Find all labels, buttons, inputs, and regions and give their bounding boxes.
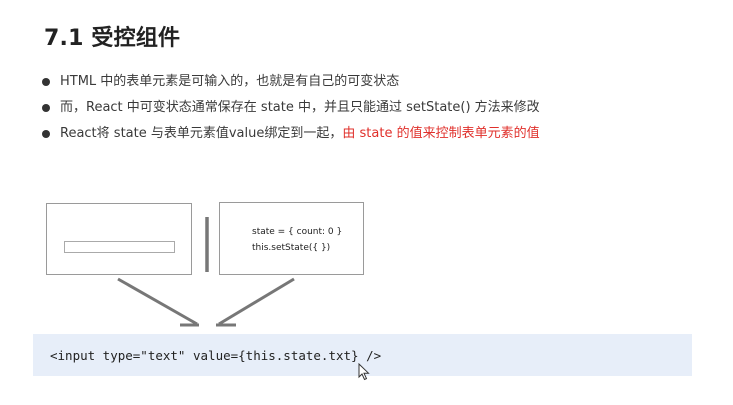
mouse-cursor-icon bbox=[358, 363, 370, 381]
bullet-text-2: 而，React 中可变状态通常保存在 state 中，并且只能通过 setSta… bbox=[60, 100, 540, 115]
bullet-dot-icon bbox=[42, 104, 50, 112]
sample-text-input bbox=[64, 241, 175, 253]
setstate-call-text: this.setState({ }) bbox=[252, 243, 331, 253]
state-box: state = { count: 0 } this.setState({ }) bbox=[219, 202, 364, 275]
left-arrow-line bbox=[117, 277, 198, 326]
bullet-item-3: React将 state 与表单元素值value绑定到一起，由 state 的值… bbox=[40, 124, 540, 150]
bullet-list: HTML 中的表单元素是可输入的，也就是有自己的可变状态 而，React 中可变… bbox=[40, 72, 540, 150]
bullet-dot-icon bbox=[42, 78, 50, 86]
bullet-dot-icon bbox=[42, 130, 50, 138]
bullet-text-1: HTML 中的表单元素是可输入的，也就是有自己的可变状态 bbox=[60, 74, 400, 89]
bullet-item-1: HTML 中的表单元素是可输入的，也就是有自己的可变状态 bbox=[40, 72, 540, 98]
state-declaration-text: state = { count: 0 } bbox=[252, 227, 343, 237]
right-arrow-line bbox=[218, 277, 295, 326]
jsx-code-text: <input type="text" value={this.state.txt… bbox=[50, 348, 382, 363]
form-element-box bbox=[46, 203, 192, 275]
slide-title: 7.1 受控组件 bbox=[44, 26, 181, 51]
bullet-item-2: 而，React 中可变状态通常保存在 state 中，并且只能通过 setSta… bbox=[40, 98, 540, 124]
bullet-highlight-text: 由 state 的值来控制表单元素的值 bbox=[342, 126, 540, 141]
bullet-text-3: React将 state 与表单元素值value绑定到一起， bbox=[60, 126, 343, 141]
